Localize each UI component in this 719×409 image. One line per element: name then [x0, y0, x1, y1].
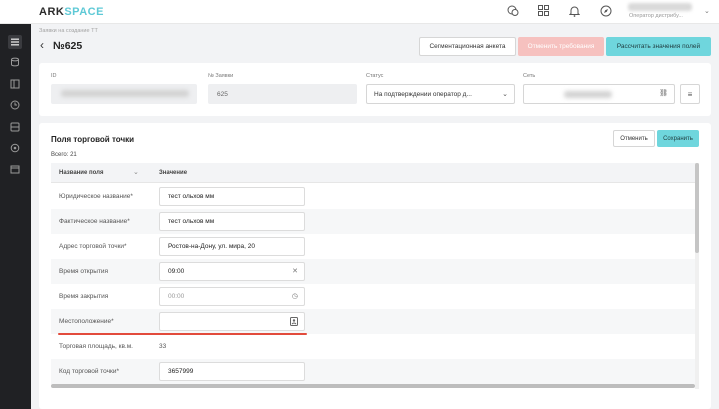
clock-icon[interactable]: ◷ [292, 292, 298, 300]
calculate-fields-button[interactable]: Рассчитать значения полей [606, 37, 711, 56]
database-icon[interactable] [8, 55, 22, 69]
network-value-redacted [564, 91, 612, 98]
back-arrow-icon[interactable]: ‹ [40, 39, 44, 51]
field-name: Торговая площадь, кв.м. [59, 343, 133, 350]
table-row: Время закрытия 00:00 ◷ [51, 284, 695, 309]
id-label: ID [51, 73, 57, 79]
status-value: На подтверждении оператор д... [374, 90, 472, 98]
table-row: Местоположение* [51, 309, 695, 335]
field-name: Время закрытия [59, 293, 109, 300]
chevron-down-icon[interactable]: ⌄ [133, 168, 139, 176]
request-info-panel: ID № Заявки 625 Статус На подтверждении … [39, 63, 711, 116]
time-input[interactable]: 00:00 ◷ [159, 287, 305, 306]
settings-icon[interactable] [8, 141, 22, 155]
clock-icon[interactable] [8, 98, 22, 112]
location-input[interactable] [159, 312, 305, 331]
network-field[interactable]: ⛓ [523, 84, 675, 104]
field-name: Местоположение* [59, 318, 114, 325]
disabled-action-button[interactable]: Отменить требования [518, 37, 604, 56]
calendar-icon[interactable] [8, 162, 22, 176]
vertical-scrollbar-thumb[interactable] [695, 163, 699, 253]
network-label: Сеть [523, 73, 536, 79]
top-bar: ARKSPACE Оператор дистрибу... ⌄ [0, 0, 719, 24]
column-header-value[interactable]: Значение [159, 170, 187, 176]
time-input[interactable]: 09:00 ✕ [159, 262, 305, 281]
field-input[interactable]: тест ольхов мм [159, 212, 305, 231]
bell-icon[interactable] [568, 5, 581, 18]
id-field [51, 84, 197, 104]
chevron-down-icon: ⌄ [502, 91, 508, 98]
table-row: Юридическое название* тест ольхов мм [51, 184, 695, 209]
fields-table: Название поля ⌄ Значение Юридическое наз… [51, 163, 699, 387]
table-row: Фактическое название* тест ольхов мм [51, 209, 695, 234]
section-title: Поля торговой точки [51, 135, 135, 144]
panel-icon[interactable] [8, 77, 22, 91]
list-icon[interactable] [8, 35, 22, 49]
table-row: Адрес торговой точки* Ростов-на-Дону, ул… [51, 234, 695, 259]
table-row: Код торговой точки* 3657999 [51, 359, 695, 384]
field-name: Адрес торговой точки* [59, 243, 127, 250]
link-icon[interactable]: ⛓ [659, 89, 668, 97]
field-name: Юридическое название* [59, 193, 133, 200]
save-button[interactable]: Сохранить [657, 130, 699, 147]
grid-icon[interactable] [537, 5, 550, 18]
field-name: Код торговой точки* [59, 368, 120, 375]
clear-icon[interactable]: ✕ [292, 267, 298, 275]
table-row: Торговая площадь, кв.м. 33 [51, 334, 695, 359]
status-label: Статус [366, 73, 384, 79]
sidebar [0, 24, 31, 409]
table-row: Время открытия 09:00 ✕ [51, 259, 695, 284]
user-name-redacted[interactable] [628, 3, 692, 11]
user-role: Оператор дистрибу... [629, 13, 683, 19]
request-number-label: № Заявки [208, 73, 234, 79]
map-pin-icon[interactable] [290, 317, 298, 328]
field-input[interactable]: 3657999 [159, 362, 305, 381]
request-number-field: 625 [208, 84, 357, 104]
field-name: Время открытия [59, 268, 109, 275]
field-value: 33 [159, 343, 167, 350]
time-placeholder: 00:00 [168, 293, 185, 300]
compass-icon[interactable] [599, 5, 612, 18]
chevron-down-icon[interactable]: ⌄ [704, 7, 710, 15]
status-select[interactable]: На подтверждении оператор д... ⌄ [366, 84, 515, 104]
logo-main: ARK [39, 6, 65, 18]
id-value-redacted [61, 90, 189, 97]
app-logo[interactable]: ARKSPACE [39, 6, 104, 18]
total-count: Всего: 21 [51, 152, 77, 158]
column-header-name[interactable]: Название поля [59, 170, 103, 176]
page-title: №625 [53, 40, 83, 52]
outlet-fields-panel: Поля торговой точки Всего: 21 Отменить С… [39, 123, 711, 409]
chat-icon[interactable] [506, 5, 519, 18]
time-value: 09:00 [168, 268, 185, 275]
field-input[interactable]: тест ольхов мм [159, 187, 305, 206]
breadcrumb[interactable]: Заявки на создание ТТ [39, 28, 98, 34]
field-input[interactable]: Ростов-на-Дону, ул. мира, 20 [159, 237, 305, 256]
field-name: Фактическое название* [59, 218, 130, 225]
logo-accent: SPACE [64, 6, 104, 18]
horizontal-scrollbar[interactable] [51, 384, 695, 388]
layers-icon[interactable] [8, 120, 22, 134]
menu-icon[interactable]: ≡ [680, 84, 700, 104]
cancel-button[interactable]: Отменить [613, 130, 655, 147]
table-header: Название поля ⌄ Значение [51, 163, 695, 183]
segmentation-form-button[interactable]: Сегментационная анкета [419, 37, 516, 56]
